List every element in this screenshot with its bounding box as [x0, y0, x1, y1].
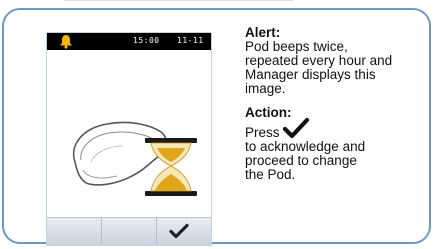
- status-value-primary: 15:00: [133, 36, 160, 45]
- alert-line: repeated every hour and: [245, 53, 393, 68]
- action-section: Action: Press to acknowledge and proceed…: [245, 106, 425, 182]
- checkmark-icon: [169, 223, 189, 239]
- alert-line: image.: [245, 81, 286, 96]
- softkey-bar: [47, 217, 211, 245]
- alert-section: Alert: Pod beeps twice, repeated every h…: [245, 26, 425, 96]
- press-row: Press: [245, 117, 425, 140]
- bell-icon: [60, 35, 72, 49]
- action-line: to acknowledge and: [245, 139, 366, 154]
- action-line: proceed to change: [245, 153, 357, 168]
- action-line: the Pod.: [245, 167, 296, 182]
- pod-with-hourglass-icon: [72, 121, 197, 196]
- instruction-text: Alert: Pod beeps twice, repeated every h…: [245, 26, 425, 192]
- alert-line: Manager displays this: [245, 67, 376, 82]
- instruction-card: 15:00 11-11 Alert: Pod beeps twice, repe…: [2, 8, 431, 246]
- softkey-middle[interactable]: [102, 218, 157, 245]
- alert-screen-body: [47, 50, 211, 220]
- device-screen: 15:00 11-11: [46, 32, 212, 246]
- softkey-right[interactable]: [157, 218, 211, 245]
- softkey-left[interactable]: [47, 218, 102, 245]
- press-label: Press: [245, 125, 280, 140]
- alert-description: Pod beeps twice, repeated every hour and…: [245, 40, 425, 96]
- top-guide-line: [64, 0, 294, 5]
- alert-line: Pod beeps twice,: [245, 39, 348, 54]
- action-description: to acknowledge and proceed to change the…: [245, 140, 425, 182]
- status-value-secondary: 11-11: [177, 36, 204, 45]
- action-heading: Action:: [245, 105, 292, 120]
- status-bar: 15:00 11-11: [47, 33, 211, 50]
- alert-heading: Alert:: [245, 25, 281, 40]
- checkmark-icon: [282, 117, 309, 139]
